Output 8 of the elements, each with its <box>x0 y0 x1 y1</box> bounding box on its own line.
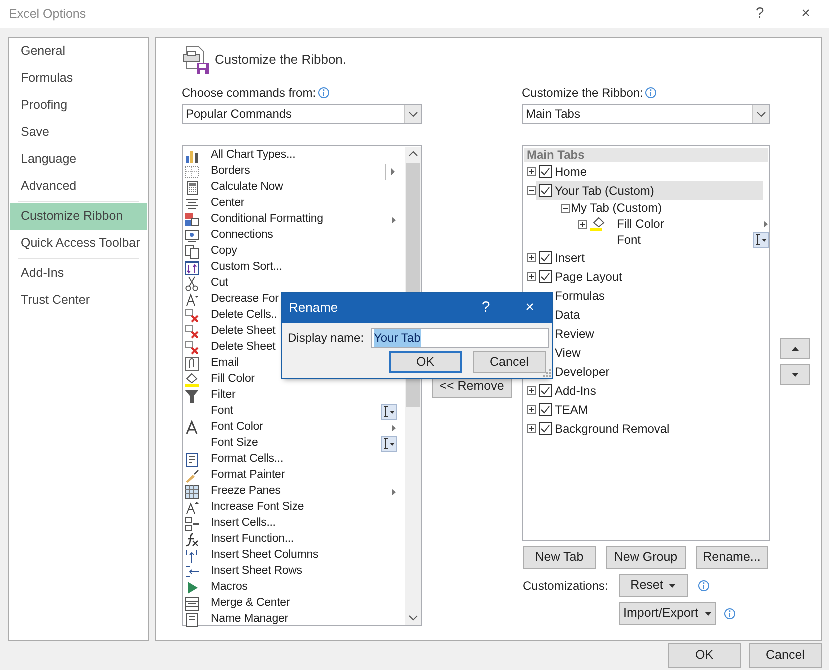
window-title: Excel Options <box>9 6 86 23</box>
field-label: Display name: <box>288 330 364 347</box>
tree-header: Main Tabs <box>524 148 768 162</box>
field-label: Choose commands from: <box>182 85 316 102</box>
field-label: Customize the Ribbon: <box>522 85 644 102</box>
section-title: Customize the Ribbon. <box>215 51 347 70</box>
field-label: Customizations: <box>522 578 609 594</box>
dialog-title: Rename <box>289 299 338 318</box>
